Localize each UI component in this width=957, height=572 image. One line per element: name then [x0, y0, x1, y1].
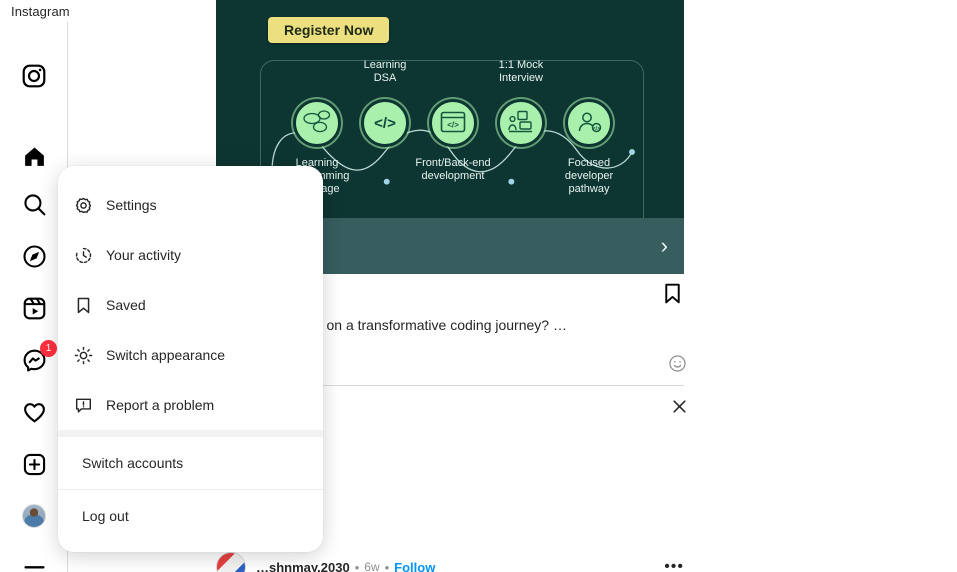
- bookmark-icon[interactable]: [661, 282, 684, 310]
- separator-dot: •: [354, 559, 360, 572]
- post-timestamp: 6w: [364, 560, 380, 572]
- next-post-header: …shnmay.2030 • 6w • Follow •••: [216, 552, 684, 572]
- sun-icon: [74, 346, 104, 365]
- report-problem-icon: [74, 396, 104, 415]
- menu-item-label: Report a problem: [106, 397, 215, 413]
- menu-item-report-a-problem[interactable]: Report a problem: [58, 380, 323, 430]
- menu-bottom-padding: [58, 542, 323, 552]
- roadmap-node-1: </>: [361, 99, 409, 147]
- home-icon: [22, 144, 47, 169]
- post-options-button[interactable]: •••: [664, 558, 684, 572]
- plus-square-icon: [22, 452, 47, 477]
- register-now-button[interactable]: Register Now: [268, 17, 390, 43]
- bookmark-icon: [74, 296, 104, 315]
- menu-item-label: Saved: [106, 297, 146, 313]
- roadmap-label-4: Focused developer pathway: [564, 157, 614, 195]
- menu-item-log-out[interactable]: Log out: [58, 490, 323, 542]
- close-x-icon[interactable]: [671, 398, 688, 420]
- menu-item-switch-accounts[interactable]: Switch accounts: [58, 437, 323, 489]
- menu-item-switch-appearance[interactable]: Switch appearance: [58, 330, 323, 380]
- roadmap-node-3: [497, 99, 545, 147]
- chevron-right-icon[interactable]: ›: [661, 235, 668, 257]
- menu-item-label: Settings: [106, 197, 157, 213]
- emoji-smiley-icon[interactable]: [668, 354, 687, 378]
- compass-icon: [22, 244, 47, 269]
- roadmap-node-4: </>: [565, 99, 613, 147]
- heart-icon: [22, 400, 47, 425]
- sidebar-item-home[interactable]: [0, 132, 68, 180]
- reels-icon: [22, 296, 47, 321]
- roadmap-node-2: </>: [429, 99, 477, 147]
- menu-item-label: Switch appearance: [106, 347, 226, 363]
- roadmap-label-2: Front/Back-end development: [415, 157, 491, 182]
- menu-item-saved[interactable]: Saved: [58, 280, 323, 330]
- menu-divider: [58, 430, 323, 437]
- menu-item-label: Your activity: [106, 247, 181, 263]
- mock-interview-icon: [507, 110, 535, 136]
- post-username[interactable]: …shnmay.2030: [256, 560, 350, 572]
- page-title: Instagram: [11, 4, 70, 19]
- instagram-camera-icon: [21, 63, 47, 89]
- php-csharp-js-icon: [302, 109, 332, 137]
- code-brackets-icon: </>: [374, 114, 396, 132]
- instagram-web-app: Instagram 1 Register Now </> </> </> Lea…: [0, 0, 957, 572]
- more-options-menu: Settings Your activity Saved Switch appe…: [58, 166, 323, 552]
- hamburger-icon: [22, 559, 47, 572]
- avatar[interactable]: [216, 552, 246, 572]
- search-icon: [22, 192, 47, 217]
- developer-person-icon: </>: [576, 110, 602, 136]
- gear-icon: [74, 196, 104, 215]
- menu-top-padding: [58, 166, 323, 180]
- messages-unread-badge: 1: [40, 340, 57, 357]
- roadmap-label-1: Learning DSA: [363, 59, 407, 84]
- sidebar-item-instagram-logo[interactable]: [0, 52, 68, 100]
- menu-item-settings[interactable]: Settings: [58, 180, 323, 230]
- roadmap-node-0: [293, 99, 341, 147]
- svg-text:</>: </>: [593, 126, 600, 132]
- menu-item-your-activity[interactable]: Your activity: [58, 230, 323, 280]
- separator-dot: •: [384, 559, 390, 572]
- follow-button[interactable]: Follow: [394, 560, 435, 572]
- avatar: [22, 504, 46, 528]
- activity-clock-icon: [74, 246, 104, 265]
- svg-text:</>: </>: [447, 121, 459, 130]
- sidebar-item-more[interactable]: [0, 547, 68, 572]
- roadmap-label-3: 1:1 Mock Interview: [498, 59, 544, 84]
- code-window-icon: </>: [440, 111, 466, 135]
